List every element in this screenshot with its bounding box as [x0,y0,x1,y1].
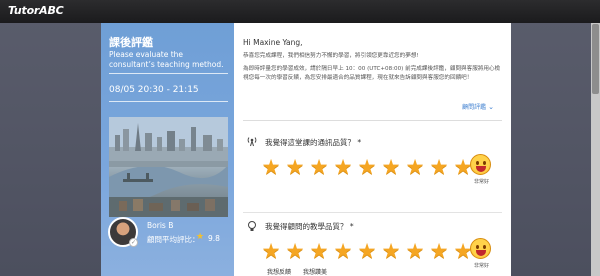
top-bar: TutorABC [0,0,600,23]
intro-paragraph: 恭喜您完成課程，我們相信努力不懈的學習，將引領您更靠近您的夢想! [243,53,419,59]
panel-subtitle: Please evaluate the consultant’s teachin… [109,50,224,69]
star-icon[interactable]: ★ [331,156,355,178]
session-time: 08/05 20:30 - 21:15 [109,85,199,95]
star-icon[interactable]: ★ [259,240,283,262]
very-good-emoji-icon[interactable] [470,238,491,259]
star-icon[interactable]: ★ [331,240,355,262]
star-icon[interactable]: ★ [283,240,307,262]
star-rating[interactable]: ★ ★ ★ ★ ★ ★ ★ ★ ★ [259,156,475,178]
star-icon[interactable]: ★ [259,156,283,178]
feedback-tabs: 我想反饋 我想讚美 [267,267,327,276]
star-icon[interactable]: ★ [307,156,331,178]
emoji-label: 非常好 [474,179,490,185]
greeting: Hi Maxine Yang, [243,38,303,47]
emoji-label: 非常好 [474,263,490,269]
avatar-badge-icon: ✓ [129,238,138,247]
intro-paragraph: 為即時評量您的學習成效，請於隔日早上 10：00 (UTC+08:00) 前完成… [243,66,501,81]
star-icon[interactable]: ★ [355,156,379,178]
star-icon[interactable]: ★ [379,240,403,262]
panel-title: 課後評鑑 [109,36,153,49]
tab-praise[interactable]: 我想讚美 [303,267,327,276]
evaluation-form: Hi Maxine Yang, 恭喜您完成課程，我們相信努力不懈的學習，將引領您… [234,23,511,276]
star-icon[interactable]: ★ [379,156,403,178]
link-label: 顧問評鑑 [462,104,487,111]
rating-star-icon: ★ [196,232,205,242]
divider [109,73,228,74]
divider [243,212,502,213]
consultant-evaluation-link[interactable]: 顧問評鑑 ⌄ [462,102,494,112]
star-icon[interactable]: ★ [307,240,331,262]
question-text: 我覺得這堂課的通訊品質？ * [265,138,362,147]
star-rating[interactable]: ★ ★ ★ ★ ★ ★ ★ ★ ★ [259,240,475,262]
consultant-name: Boris B [147,221,174,230]
chevron-down-icon: ⌄ [488,102,494,111]
star-icon[interactable]: ★ [403,156,427,178]
scrollbar-thumb[interactable] [592,24,599,94]
star-icon[interactable]: ★ [427,156,451,178]
consultant-rating-value: 9.8 [208,234,220,243]
star-icon[interactable]: ★ [283,156,307,178]
divider [109,101,228,102]
star-icon[interactable]: ★ [355,240,379,262]
consultant-rating-label: 顧問平均評比： [147,235,200,244]
question-text: 我覺得顧問的教學品質？ * [265,222,354,231]
very-good-emoji-icon[interactable] [470,154,491,175]
city-photo [109,117,228,217]
star-icon[interactable]: ★ [403,240,427,262]
star-icon[interactable]: ★ [427,240,451,262]
divider [243,120,502,121]
intro-text: 恭喜您完成課程，我們相信努力不懈的學習，將引領您更靠近您的夢想! 為即時評量您的… [243,52,505,87]
tutorabc-logo[interactable]: TutorABC [8,4,64,17]
broadcast-icon [246,135,258,147]
tab-feedback[interactable]: 我想反饋 [267,267,291,276]
lightbulb-icon [246,220,258,232]
